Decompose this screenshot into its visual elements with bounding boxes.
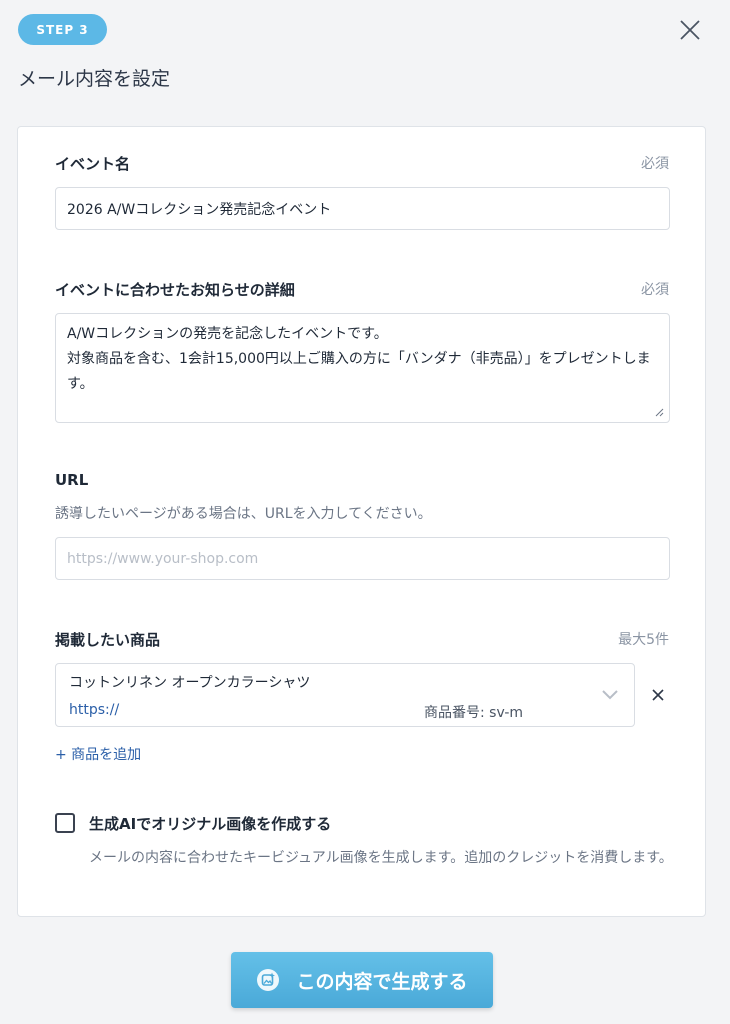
generate-button[interactable]: この内容で生成する	[231, 952, 493, 1008]
resize-handle-icon[interactable]	[654, 407, 664, 417]
ai-image-icon	[257, 969, 280, 991]
event-name-input[interactable]	[55, 187, 670, 230]
generate-button-label: この内容で生成する	[296, 970, 468, 993]
event-name-label: イベント名	[55, 155, 131, 173]
product-item[interactable]: コットンリネン オープンカラーシャツ https:// 商品番号: sv-m	[55, 663, 635, 727]
details-textarea[interactable]: A/Wコレクションの発売を記念したイベントです。 対象商品を含む、1会計15,0…	[55, 313, 670, 423]
close-icon[interactable]	[676, 16, 704, 44]
ai-image-label[interactable]: 生成AIでオリジナル画像を作成する	[89, 813, 331, 834]
product-number: 商品番号: sv-m	[424, 705, 524, 721]
remove-icon[interactable]	[650, 687, 666, 703]
add-product-link[interactable]: + 商品を追加	[55, 744, 141, 764]
ai-image-description: メールの内容に合わせたキービジュアル画像を生成します。追加のクレジットを消費しま…	[89, 850, 673, 866]
page-title: メール内容を設定	[18, 68, 171, 90]
settings-card: イベント名 必須 イベントに合わせたお知らせの詳細 必須 A/Wコレクションの発…	[17, 126, 706, 917]
step-badge: STEP 3	[18, 14, 107, 45]
details-required: 必須	[641, 282, 669, 298]
products-label: 掲載したい商品	[55, 631, 161, 649]
product-name: コットンリネン オープンカラーシャツ	[69, 675, 311, 691]
products-limit: 最大5件	[618, 632, 669, 648]
ai-image-checkbox[interactable]	[55, 813, 75, 833]
url-hint: 誘導したいページがある場合は、URLを入力してください。	[55, 506, 432, 522]
details-label: イベントに合わせたお知らせの詳細	[55, 281, 295, 299]
url-input[interactable]	[55, 537, 670, 580]
product-url[interactable]: https://	[69, 702, 119, 718]
chevron-down-icon[interactable]	[601, 688, 619, 700]
url-label: URL	[55, 471, 89, 489]
event-name-required: 必須	[641, 156, 669, 172]
